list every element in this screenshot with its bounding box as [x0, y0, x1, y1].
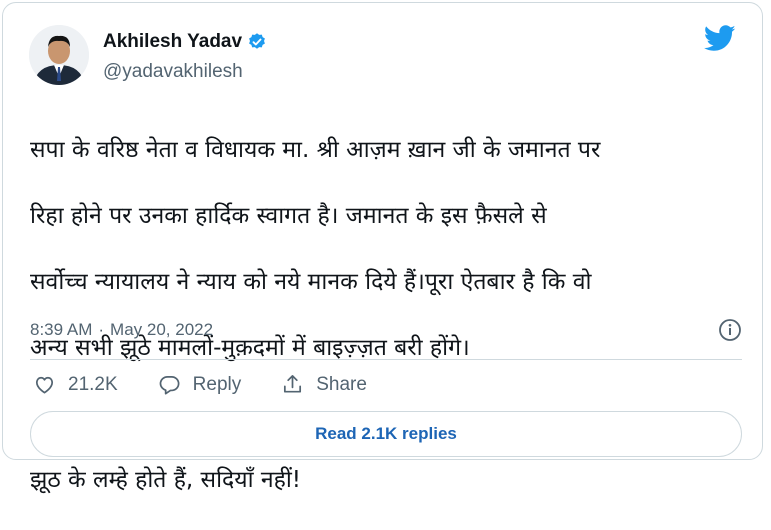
twitter-bird-icon[interactable] [704, 25, 736, 52]
read-replies-button[interactable]: Read 2.1K replies [30, 411, 742, 457]
avatar-portrait-icon [29, 25, 89, 85]
divider [30, 359, 742, 360]
share-button[interactable]: Share [281, 373, 367, 396]
author-handle[interactable]: @yadavakhilesh [103, 61, 243, 83]
tweet-line: सपा के वरिष्ठ नेता व विधायक मा. श्री आज़… [30, 137, 601, 163]
info-icon[interactable] [718, 318, 742, 342]
verified-badge-icon [249, 33, 265, 49]
heart-icon [35, 376, 54, 394]
tweet-card: Akhilesh Yadav @yadavakhilesh सपा के वरि… [2, 2, 763, 493]
share-upload-icon [284, 375, 302, 393]
tweet-time: 8:39 AM [30, 320, 93, 339]
like-count: 21.2K [68, 373, 118, 395]
meta-separator: · [98, 320, 105, 339]
tweet-meta-row: 8:39 AM · May 20, 2022 [30, 318, 742, 342]
tweet-line: सर्वोच्च न्यायालय ने न्याय को नये मानक द… [30, 269, 592, 295]
tweet-date: May 20, 2022 [110, 320, 214, 339]
reply-button[interactable]: Reply [158, 373, 242, 396]
share-label: Share [316, 373, 367, 395]
tweet-timestamp[interactable]: 8:39 AM · May 20, 2022 [30, 320, 213, 340]
reply-label: Reply [192, 373, 242, 395]
like-button[interactable]: 21.2K [33, 373, 118, 396]
tweet-actions: 21.2K Reply Share [33, 373, 407, 396]
author-name[interactable]: Akhilesh Yadav [103, 31, 242, 53]
tweet-line: रिहा होने पर उनका हार्दिक स्वागत है। जमा… [30, 203, 547, 229]
speech-bubble-icon [159, 375, 180, 395]
tweet-line: झूठ के लम्हे होते हैं, सदियाँ नहीं! [30, 467, 302, 493]
author-name-row[interactable]: Akhilesh Yadav [103, 31, 267, 53]
avatar[interactable] [29, 25, 89, 85]
